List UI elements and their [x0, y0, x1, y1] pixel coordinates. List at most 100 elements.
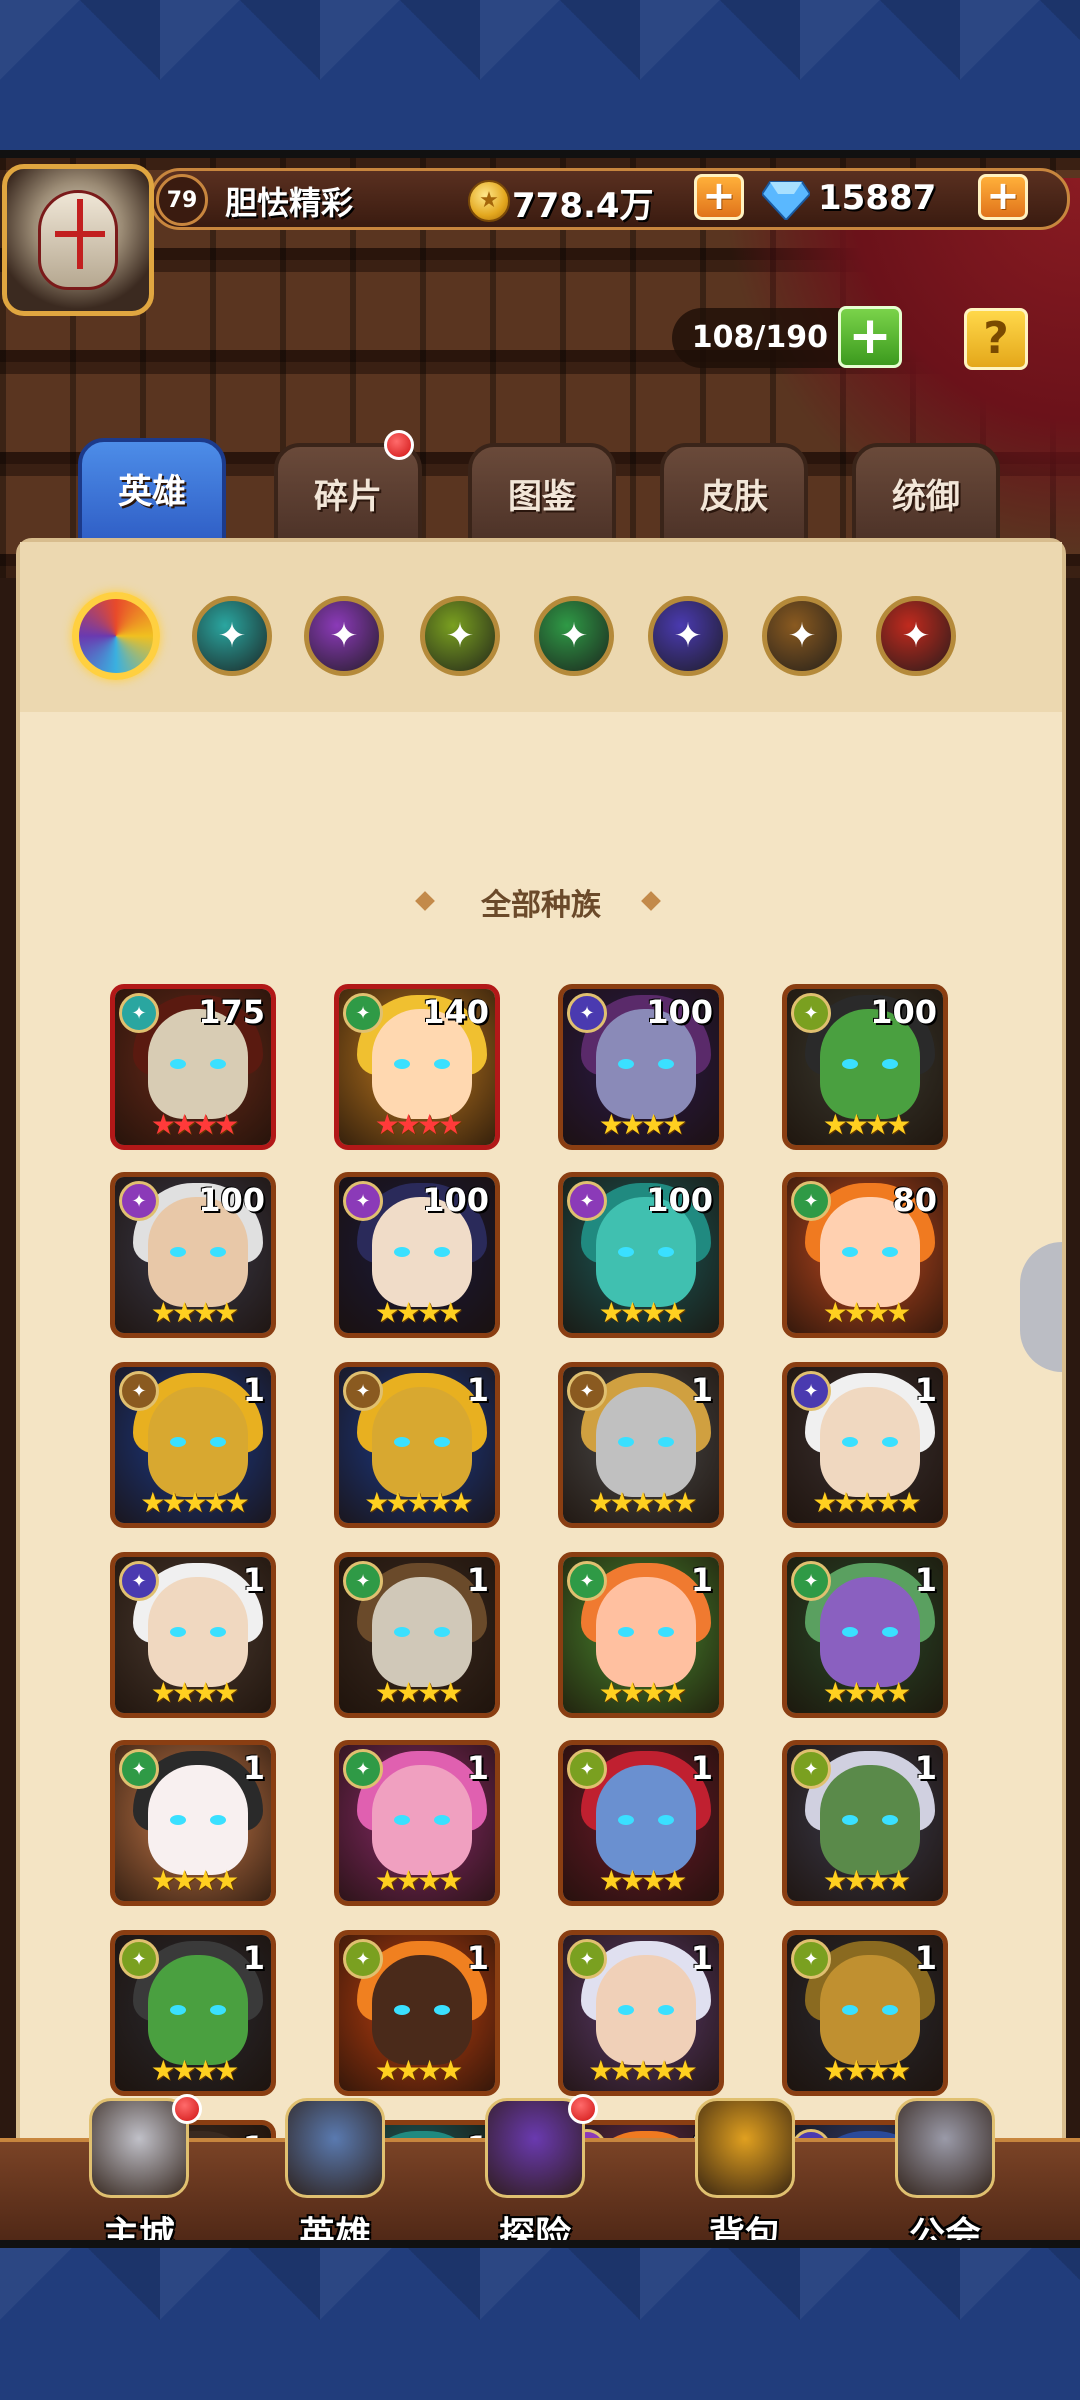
nav-label: 背包 — [708, 2215, 781, 2248]
hero-star-rating: ★★★★ — [822, 1864, 911, 1897]
hero-star-rating: ★★★★ — [374, 2054, 463, 2087]
eye-left — [618, 1247, 634, 1257]
hero-race-icon: ✦ — [791, 1749, 831, 1789]
hero-race-icon: ✦ — [567, 1939, 607, 1979]
notification-dot — [172, 2094, 202, 2124]
tab-label: 统御 — [892, 477, 960, 517]
hero-card[interactable]: ✦ 1 ★★★★ — [110, 1740, 276, 1906]
eye-left — [170, 1247, 186, 1257]
add-gems-button[interactable]: + — [978, 174, 1028, 220]
hero-level: 100 — [870, 993, 937, 1031]
tab-0[interactable]: 英雄 — [78, 438, 226, 550]
expand-capacity-button[interactable]: + — [838, 306, 902, 368]
tab-label: 图鉴 — [508, 477, 576, 517]
hero-face — [372, 1577, 472, 1687]
eye-left — [394, 1627, 410, 1637]
hero-race-icon: ✦ — [343, 1939, 383, 1979]
eye-left — [170, 1815, 186, 1825]
hero-card[interactable]: ✦ 1 ★★★★ — [782, 1930, 948, 2096]
hero-level: 100 — [198, 1181, 265, 1219]
hero-face — [148, 1387, 248, 1497]
eye-right — [434, 2005, 450, 2015]
side-scroll-handle[interactable] — [1020, 1242, 1062, 1372]
hero-card[interactable]: ✦ 100 ★★★★ — [110, 1172, 276, 1338]
hero-card[interactable]: ✦ 1 ★★★★ — [110, 1930, 276, 2096]
hero-star-rating: ★★★★ — [598, 1296, 687, 1329]
eye-right — [658, 1059, 674, 1069]
hero-race-icon: ✦ — [567, 993, 607, 1033]
avatar-mask-icon — [38, 190, 118, 290]
nav-guild[interactable]: 公会 — [860, 2098, 1030, 2240]
hero-card[interactable]: ✦ 1 ★★★★★ — [558, 1930, 724, 2096]
hero-level: 1 — [466, 1749, 489, 1787]
hero-level: 100 — [422, 1181, 489, 1219]
nav-explore[interactable]: 探险 — [450, 2094, 620, 2248]
player-avatar[interactable] — [2, 164, 154, 316]
hero-card[interactable]: ✦ 1 ★★★★★ — [110, 1362, 276, 1528]
hero-race-icon: ✦ — [343, 1561, 383, 1601]
hero-star-rating: ★★★★★ — [812, 1486, 922, 1519]
tab-label: 皮肤 — [700, 477, 768, 517]
hero-race-icon: ✦ — [119, 1561, 159, 1601]
help-button[interactable]: ? — [964, 308, 1028, 370]
nav-backpack[interactable]: 背包 — [660, 2098, 830, 2248]
race-6-filter-icon[interactable]: ✦ — [762, 596, 842, 676]
player-name: 胆怯精彩 — [225, 184, 354, 222]
hero-card[interactable]: ✦ 80 ★★★★ — [782, 1172, 948, 1338]
hero-star-rating: ★★★★ — [822, 2054, 911, 2087]
nav-label: 探险 — [498, 2215, 571, 2248]
nav-heroes[interactable]: 英雄 — [250, 2098, 420, 2240]
eye-left — [394, 1815, 410, 1825]
eye-left — [842, 1815, 858, 1825]
player-level-badge: 79 — [156, 174, 208, 226]
race-emblem-icon: ✦ — [673, 616, 703, 656]
hero-level: 1 — [690, 1371, 713, 1409]
nav-main-city[interactable]: 主城 — [54, 2094, 224, 2240]
hero-face — [372, 1387, 472, 1497]
hero-card[interactable]: ✦ 1 ★★★★ — [334, 1930, 500, 2096]
race-7-filter-icon[interactable]: ✦ — [876, 596, 956, 676]
hero-card[interactable]: ✦ 1 ★★★★★ — [334, 1362, 500, 1528]
hero-level: 80 — [892, 1181, 937, 1219]
eye-left — [618, 1059, 634, 1069]
hero-card[interactable]: ✦ 175 ★★★★ — [110, 984, 276, 1150]
hero-card[interactable]: ✦ 1 ★★★★★ — [558, 1362, 724, 1528]
hero-face — [372, 1765, 472, 1875]
hero-race-icon: ✦ — [119, 1181, 159, 1221]
hero-face — [148, 1577, 248, 1687]
hero-race-icon: ✦ — [567, 1749, 607, 1789]
hero-card[interactable]: ✦ 140 ★★★★ — [334, 984, 500, 1150]
race-5-filter-icon[interactable]: ✦ — [648, 596, 728, 676]
hero-face — [596, 1387, 696, 1497]
hero-race-icon: ✦ — [791, 1371, 831, 1411]
race-emblem-icon: ✦ — [445, 616, 475, 656]
all-races-filter-icon[interactable] — [72, 592, 160, 680]
eye-right — [210, 2005, 226, 2015]
hero-race-icon: ✦ — [567, 1181, 607, 1221]
hero-card[interactable]: ✦ 100 ★★★★ — [558, 984, 724, 1150]
hero-card[interactable]: ✦ 100 ★★★★ — [558, 1172, 724, 1338]
race-4-filter-icon[interactable]: ✦ — [534, 596, 614, 676]
gold-amount: 778.4万 — [512, 186, 654, 226]
hero-face — [820, 1955, 920, 2065]
hero-card[interactable]: ✦ 1 ★★★★ — [110, 1552, 276, 1718]
hero-card[interactable]: ✦ 1 ★★★★ — [334, 1552, 500, 1718]
hero-race-icon: ✦ — [567, 1561, 607, 1601]
hero-card[interactable]: ✦ 1 ★★★★★ — [782, 1362, 948, 1528]
hero-card[interactable]: ✦ 100 ★★★★ — [782, 984, 948, 1150]
race-2-filter-icon[interactable]: ✦ — [304, 596, 384, 676]
eye-right — [434, 1627, 450, 1637]
race-3-filter-icon[interactable]: ✦ — [420, 596, 500, 676]
race-1-filter-icon[interactable]: ✦ — [192, 596, 272, 676]
hero-race-icon: ✦ — [119, 1371, 159, 1411]
hero-card[interactable]: ✦ 1 ★★★★ — [558, 1552, 724, 1718]
hero-card[interactable]: ✦ 1 ★★★★ — [782, 1740, 948, 1906]
add-gold-button[interactable]: + — [694, 174, 744, 220]
hero-star-rating: ★★★★ — [150, 2054, 239, 2087]
race-emblem-icon: ✦ — [559, 616, 589, 656]
hero-card[interactable]: ✦ 1 ★★★★ — [558, 1740, 724, 1906]
hero-star-rating: ★★★★ — [374, 1864, 463, 1897]
hero-card[interactable]: ✦ 1 ★★★★ — [782, 1552, 948, 1718]
hero-card[interactable]: ✦ 100 ★★★★ — [334, 1172, 500, 1338]
hero-card[interactable]: ✦ 1 ★★★★ — [334, 1740, 500, 1906]
